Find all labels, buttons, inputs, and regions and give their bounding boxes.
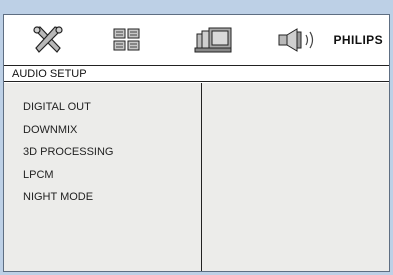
- menu-list: DIGITAL OUT DOWNMIX 3D PROCESSING LPCM N…: [23, 96, 113, 209]
- philips-logo: PHILIPS: [333, 32, 383, 47]
- speaker-icon[interactable]: [276, 15, 320, 64]
- tools-icon[interactable]: [28, 15, 68, 64]
- menu-panel: DIGITAL OUT DOWNMIX 3D PROCESSING LPCM N…: [4, 83, 202, 271]
- grid-icon[interactable]: [110, 15, 144, 64]
- menu-item-downmix[interactable]: DOWNMIX: [23, 119, 113, 142]
- page-title: AUDIO SETUP: [4, 65, 389, 82]
- display-icon[interactable]: [190, 15, 236, 64]
- menu-item-digital-out[interactable]: DIGITAL OUT: [23, 96, 113, 119]
- setup-screen: PHILIPS AUDIO SETUP DIGITAL OUT DOWNMIX …: [3, 14, 390, 272]
- menu-item-night-mode[interactable]: NIGHT MODE: [23, 186, 113, 209]
- setup-toolbar: PHILIPS: [4, 15, 389, 64]
- menu-item-lpcm[interactable]: LPCM: [23, 164, 113, 187]
- options-panel: [202, 83, 389, 271]
- menu-item-3d-processing[interactable]: 3D PROCESSING: [23, 141, 113, 164]
